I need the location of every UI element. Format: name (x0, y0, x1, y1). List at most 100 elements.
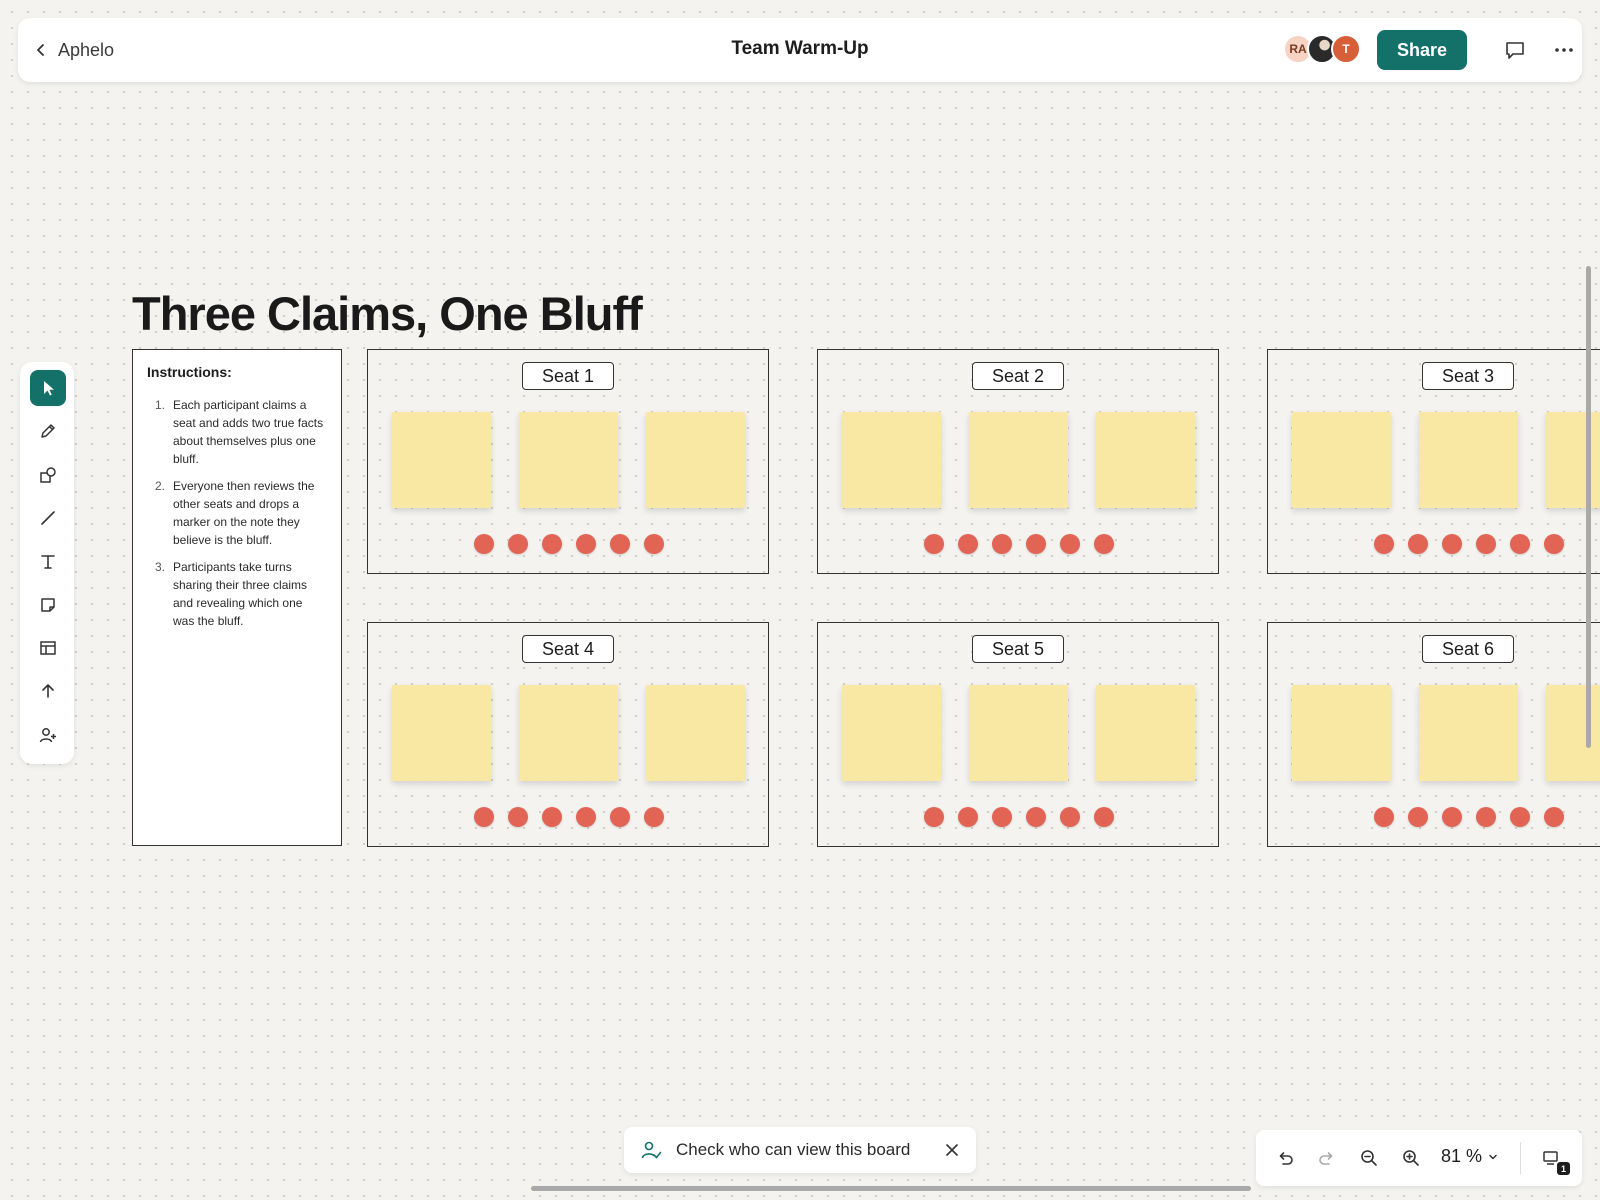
vote-marker[interactable] (610, 807, 630, 827)
seat-frame[interactable]: Seat 5 (817, 622, 1219, 847)
zoom-in-icon (1403, 1150, 1419, 1166)
vote-marker[interactable] (1544, 534, 1564, 554)
vote-marker[interactable] (508, 807, 528, 827)
sticky-note-icon (41, 598, 55, 612)
vote-marker[interactable] (1408, 534, 1428, 554)
select-tool[interactable] (30, 370, 66, 406)
vote-marker[interactable] (1476, 534, 1496, 554)
vote-marker[interactable] (474, 807, 494, 827)
pen-tool[interactable] (30, 413, 66, 449)
vote-marker[interactable] (474, 534, 494, 554)
vote-marker[interactable] (542, 534, 562, 554)
sticky-note[interactable] (1419, 685, 1518, 781)
vote-marker[interactable] (1374, 534, 1394, 554)
seat-frame[interactable]: Seat 6 (1267, 622, 1600, 847)
sticky-note[interactable] (842, 685, 941, 781)
sticky-note[interactable] (1546, 685, 1600, 781)
seat-frame[interactable]: Seat 4 (367, 622, 769, 847)
back-button[interactable]: Aphelo (34, 36, 114, 64)
instructions-heading: Instructions: (147, 364, 232, 380)
collaborator-avatars[interactable]: RA T (1283, 34, 1373, 64)
vote-marker[interactable] (958, 807, 978, 827)
comments-button[interactable] (1501, 36, 1529, 64)
sticky-note[interactable] (1419, 412, 1518, 508)
sticky-note[interactable] (519, 685, 618, 781)
template-tool[interactable] (30, 630, 66, 666)
seat-label[interactable]: Seat 5 (972, 635, 1064, 663)
vote-marker[interactable] (576, 534, 596, 554)
instructions-card[interactable]: Instructions: 1. Each participant claims… (132, 349, 342, 846)
vote-marker[interactable] (542, 807, 562, 827)
vote-marker[interactable] (644, 807, 664, 827)
sticky-note[interactable] (1096, 685, 1195, 781)
vote-marker[interactable] (924, 807, 944, 827)
sticky-note[interactable] (646, 412, 745, 508)
vote-marker[interactable] (1094, 807, 1114, 827)
seat-label[interactable]: Seat 6 (1422, 635, 1514, 663)
sticky-note[interactable] (1292, 412, 1391, 508)
sticky-note[interactable] (1546, 412, 1600, 508)
seat-frame[interactable]: Seat 1 (367, 349, 769, 574)
seat-frame[interactable]: Seat 2 (817, 349, 1219, 574)
zoom-in-button[interactable] (1397, 1144, 1425, 1172)
seat-label[interactable]: Seat 3 (1422, 362, 1514, 390)
vote-marker[interactable] (1060, 534, 1080, 554)
toast-message[interactable]: Check who can view this board (676, 1140, 910, 1160)
toast-close-button[interactable] (942, 1140, 962, 1160)
vote-marker[interactable] (1026, 534, 1046, 554)
vote-marker[interactable] (1060, 807, 1080, 827)
seat-frame[interactable]: Seat 3 (1267, 349, 1600, 574)
vertical-scrollbar[interactable] (1586, 266, 1591, 748)
upload-tool[interactable] (30, 673, 66, 709)
pages-button[interactable]: 1 (1538, 1144, 1570, 1175)
vote-marker[interactable] (992, 534, 1012, 554)
vote-marker[interactable] (644, 534, 664, 554)
zoom-out-icon (1361, 1150, 1377, 1166)
vote-marker[interactable] (1476, 807, 1496, 827)
sticky-note[interactable] (1292, 685, 1391, 781)
vote-marker[interactable] (924, 534, 944, 554)
sticky-note[interactable] (646, 685, 745, 781)
sticky-note[interactable] (392, 412, 491, 508)
vote-marker[interactable] (1510, 534, 1530, 554)
seat-label[interactable]: Seat 1 (522, 362, 614, 390)
redo-button[interactable] (1313, 1144, 1341, 1172)
vote-marker[interactable] (1442, 807, 1462, 827)
vote-marker[interactable] (610, 534, 630, 554)
sticky-note[interactable] (1096, 412, 1195, 508)
vote-marker[interactable] (1510, 807, 1530, 827)
zoom-controls: 81 % 1 (1256, 1130, 1582, 1186)
seat-label[interactable]: Seat 2 (972, 362, 1064, 390)
vote-marker[interactable] (992, 807, 1012, 827)
sticky-note[interactable] (842, 412, 941, 508)
frame-title[interactable]: Three Claims, One Bluff (132, 286, 643, 341)
share-button[interactable]: Share (1377, 30, 1467, 70)
horizontal-scrollbar[interactable] (531, 1186, 1251, 1191)
vote-marker[interactable] (1442, 534, 1462, 554)
text-tool[interactable] (30, 544, 66, 580)
vote-marker[interactable] (1408, 807, 1428, 827)
zoom-level-dropdown[interactable]: 81 % (1441, 1146, 1498, 1167)
vote-marker[interactable] (576, 807, 596, 827)
comment-icon (1506, 42, 1524, 59)
sticky-note[interactable] (392, 685, 491, 781)
vote-marker[interactable] (508, 534, 528, 554)
avatar[interactable]: T (1331, 34, 1361, 64)
vote-marker[interactable] (1026, 807, 1046, 827)
vote-marker[interactable] (1374, 807, 1394, 827)
vote-marker[interactable] (958, 534, 978, 554)
vote-marker[interactable] (1544, 807, 1564, 827)
zoom-out-button[interactable] (1355, 1144, 1383, 1172)
undo-button[interactable] (1271, 1144, 1299, 1172)
sticky-note-tool[interactable] (30, 587, 66, 623)
sticky-note[interactable] (969, 412, 1068, 508)
sticky-note[interactable] (519, 412, 618, 508)
line-tool[interactable] (30, 500, 66, 536)
more-options-button[interactable] (1550, 36, 1578, 64)
invite-tool[interactable] (30, 717, 66, 753)
seat-label[interactable]: Seat 4 (522, 635, 614, 663)
vote-marker[interactable] (1094, 534, 1114, 554)
sticky-note[interactable] (969, 685, 1068, 781)
select-icon (44, 381, 54, 396)
shapes-tool[interactable] (30, 457, 66, 493)
